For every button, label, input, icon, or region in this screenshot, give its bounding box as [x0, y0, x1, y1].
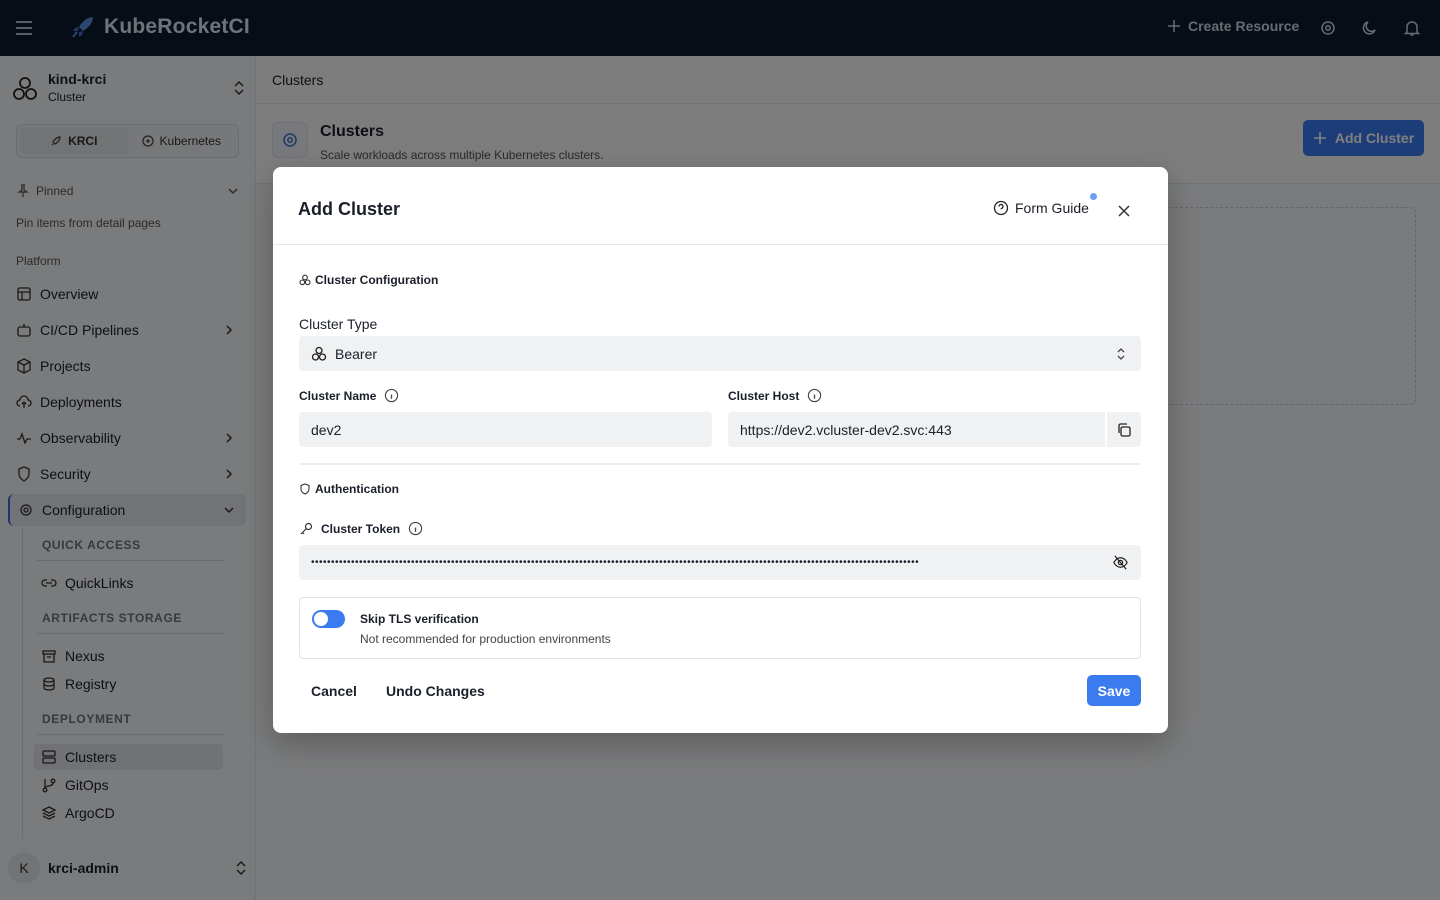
- cluster-configuration-heading: Cluster Configuration: [299, 273, 438, 287]
- info-icon[interactable]: [384, 388, 399, 403]
- cluster-type-select[interactable]: Bearer: [299, 336, 1141, 371]
- section-divider: [299, 463, 1141, 465]
- form-guide-button[interactable]: Form Guide: [993, 200, 1089, 216]
- cluster-name-field[interactable]: dev2: [299, 412, 712, 447]
- cluster-type-value: Bearer: [335, 345, 378, 362]
- authentication-heading: Authentication: [299, 482, 399, 496]
- dialog-header: Add Cluster Form Guide: [273, 167, 1168, 245]
- form-guide-label: Form Guide: [1015, 200, 1089, 216]
- close-icon[interactable]: [1116, 203, 1132, 219]
- copy-button[interactable]: [1105, 412, 1141, 447]
- dialog-title: Add Cluster: [298, 199, 401, 219]
- section-label: Cluster Configuration: [315, 273, 439, 287]
- save-button[interactable]: Save: [1087, 675, 1141, 706]
- cluster-name-value: dev2: [311, 421, 342, 438]
- cluster-token-label-row: Cluster Token: [299, 521, 423, 536]
- cluster-name-label: Cluster Name: [299, 388, 377, 403]
- section-label: Authentication: [315, 482, 399, 496]
- cluster-host-field[interactable]: https://dev2.vcluster-dev2.svc:443: [728, 412, 1141, 447]
- cluster-token-value: ••••••••••••••••••••••••••••••••••••••••…: [311, 557, 920, 568]
- skip-tls-toggle[interactable]: [312, 610, 345, 628]
- eye-off-icon[interactable]: [1112, 554, 1129, 571]
- cancel-button[interactable]: Cancel: [311, 683, 357, 699]
- cluster-name-label-row: Cluster Name: [299, 388, 399, 403]
- help-circle-icon: [993, 200, 1009, 216]
- info-icon[interactable]: [807, 388, 822, 403]
- shield-icon: [300, 483, 310, 495]
- cluster-host-label-row: Cluster Host: [728, 388, 822, 403]
- cluster-host-value: https://dev2.vcluster-dev2.svc:443: [740, 421, 952, 438]
- notification-dot: [1090, 193, 1097, 200]
- add-cluster-dialog: Add Cluster Form Guide Cluster Configura…: [273, 167, 1168, 733]
- cluster-token-field[interactable]: ••••••••••••••••••••••••••••••••••••••••…: [299, 545, 1141, 580]
- copy-icon: [1118, 422, 1131, 437]
- skip-tls-title: Skip TLS verification: [360, 612, 479, 626]
- cluster-icon: [299, 274, 311, 286]
- cluster-type-label: Cluster Type: [299, 316, 378, 332]
- key-icon: [300, 522, 313, 534]
- tls-option-card: Skip TLS verification Not recommended fo…: [299, 597, 1141, 659]
- skip-tls-description: Not recommended for production environme…: [360, 632, 611, 646]
- undo-changes-button[interactable]: Undo Changes: [386, 683, 485, 699]
- cluster-token-label: Cluster Token: [321, 521, 401, 536]
- chevron-up-down-icon: [1117, 348, 1125, 360]
- info-icon[interactable]: [408, 521, 423, 536]
- cluster-host-label: Cluster Host: [728, 388, 800, 403]
- cluster-icon: [311, 346, 327, 361]
